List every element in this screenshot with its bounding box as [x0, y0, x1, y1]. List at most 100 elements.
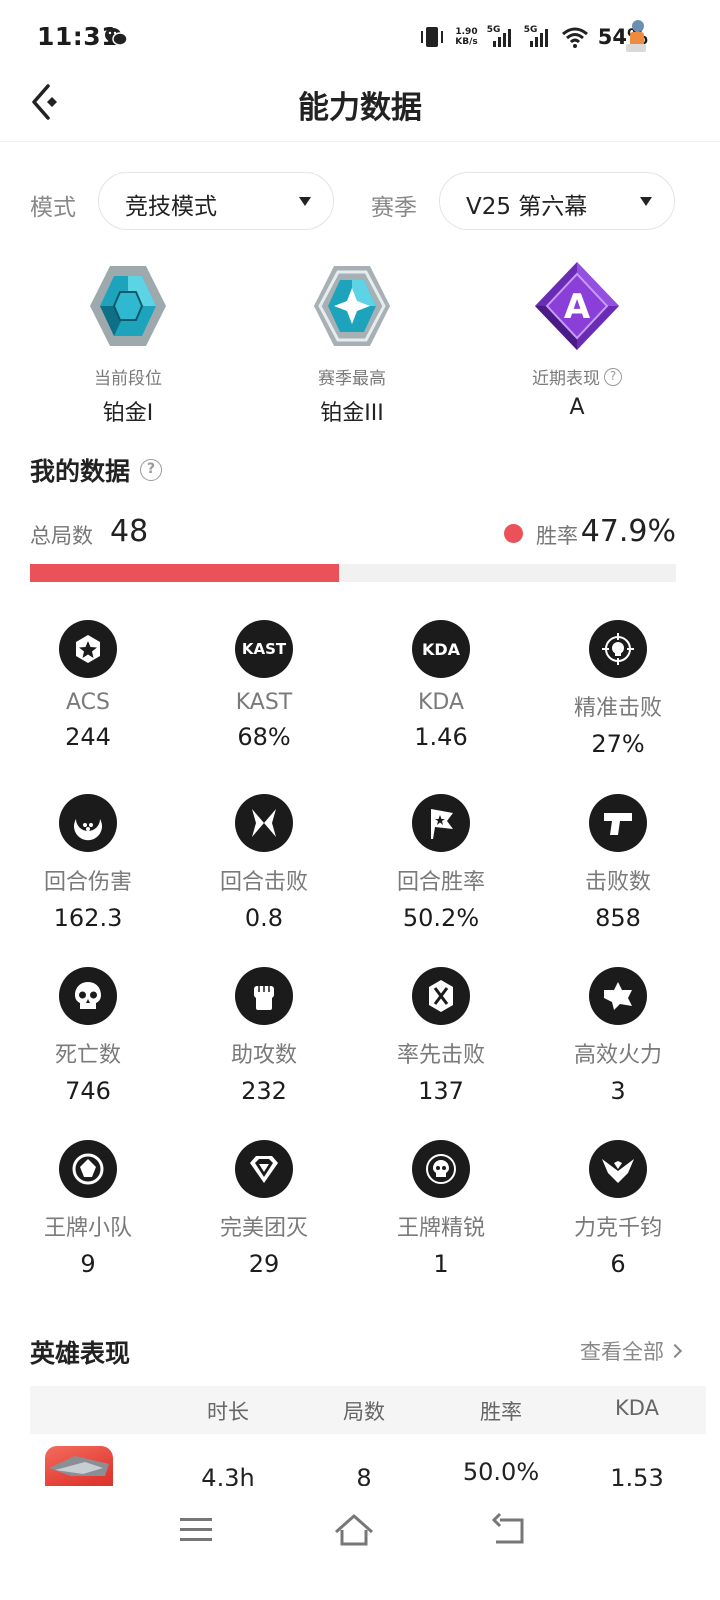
ace-squad-icon [59, 1140, 117, 1198]
stat-value: 0.8 [244, 904, 284, 932]
wifi-icon [561, 27, 588, 48]
stat-item: 精准击败 27% [530, 620, 706, 758]
hero-kda: 1.53 [610, 1464, 664, 1486]
stat-label: 力克千钧 [573, 1216, 662, 1241]
crescent-icon [59, 794, 117, 852]
stat-item: 王牌精锐 1 [353, 1140, 529, 1278]
filters: 模式 竞技模式 赛季 V25 第六幕 [0, 172, 720, 230]
star-hexagon-icon [59, 620, 117, 678]
caret-down-icon [299, 197, 311, 206]
rank-current: 当前段位 铂金I [48, 258, 208, 427]
help-icon[interactable]: ? [140, 459, 163, 481]
stat-item: KAST KAST 68% [176, 620, 352, 751]
stat-value: 232 [241, 1077, 287, 1105]
win-rate-bar [30, 564, 676, 582]
avatar [626, 20, 646, 52]
stat-value: 50.2% [402, 904, 480, 932]
total-games-label: 总局数 [30, 524, 93, 548]
system-nav-bar [0, 1486, 720, 1600]
pistol-icon [589, 794, 647, 852]
rank-season-best: 赛季最高 铂金III [272, 258, 432, 427]
stat-label: KDA [417, 690, 465, 715]
stat-label: 回合伤害 [43, 870, 132, 895]
menu-icon[interactable] [172, 1510, 220, 1550]
rank-label: 赛季最高 [318, 369, 386, 389]
rank-value: 铂金III [320, 401, 384, 426]
stat-item: KDA KDA 1.46 [353, 620, 529, 751]
stat-item: 助攻数 232 [176, 967, 352, 1105]
rank-recent: A 近期表现? A [497, 258, 657, 420]
hero-duration: 4.3h [201, 1464, 255, 1486]
home-icon[interactable] [330, 1510, 378, 1550]
stat-item: 回合胜率 50.2% [353, 794, 529, 932]
table-row[interactable]: 4.3h 8 50.0% 1.53 [30, 1434, 706, 1486]
hero-games: 8 [356, 1464, 372, 1486]
stat-label: 精准击败 [573, 696, 662, 721]
first-blood-icon [412, 967, 470, 1025]
platinum-rank-icon [90, 266, 166, 346]
stat-value: 68% [237, 723, 291, 751]
stat-item: 完美团灭 29 [176, 1140, 352, 1278]
stat-value: 27% [591, 730, 645, 758]
season-value: V25 第六幕 [466, 194, 588, 220]
stat-label: 率先击败 [396, 1043, 485, 1068]
chevron-right-icon [667, 1343, 683, 1359]
stat-value: 6 [610, 1250, 626, 1278]
mode-value: 竞技模式 [125, 194, 217, 220]
column-header: KDA [615, 1396, 659, 1420]
stat-value: 9 [80, 1250, 96, 1278]
stat-label: 王牌精锐 [396, 1216, 485, 1241]
svg-text:A: A [564, 287, 591, 327]
stat-item: 回合伤害 162.3 [0, 794, 176, 932]
stat-label: 高效火力 [573, 1043, 662, 1068]
status-indicators: 1.90 KB/s 5G 5G 54% [418, 22, 648, 52]
kast-icon: KAST [235, 620, 293, 678]
elite-skull-icon [412, 1140, 470, 1198]
see-all-link[interactable]: 查看全部 [580, 1336, 683, 1366]
win-rate-value: 47.9% [580, 514, 676, 549]
stat-value: 746 [65, 1077, 111, 1105]
stat-value: 3 [610, 1077, 626, 1105]
crosshair-skull-icon [589, 620, 647, 678]
stat-value: 858 [595, 904, 641, 932]
rank-label: 近期表现? [497, 364, 657, 389]
page-title: 能力数据 [298, 90, 422, 126]
hero-portrait [45, 1446, 113, 1486]
help-icon[interactable]: ? [604, 367, 622, 386]
total-games-value: 48 [110, 514, 149, 549]
stat-value: 137 [418, 1077, 464, 1105]
season-select[interactable]: V25 第六幕 [439, 172, 675, 230]
stat-item: ACS 244 [0, 620, 176, 751]
app-header: 能力数据 [0, 70, 720, 142]
network-speed: 1.90 KB/s [455, 27, 478, 47]
column-header: 胜率 [480, 1400, 522, 1424]
stat-label: 完美团灭 [219, 1216, 308, 1241]
vibrate-icon [421, 27, 444, 47]
stat-label: 王牌小队 [43, 1216, 132, 1241]
stat-label: 回合胜率 [396, 870, 485, 895]
kda-icon: KDA [412, 620, 470, 678]
signal-sim1: 5G [487, 25, 515, 49]
fist-icon [235, 967, 293, 1025]
stat-item: 高效火力 3 [530, 967, 706, 1105]
wechat-icon [105, 28, 128, 46]
totals-row: 总局数 48 胜率 47.9% [30, 514, 676, 554]
rank-value: A [569, 395, 585, 420]
back-nav-icon[interactable] [486, 1510, 534, 1550]
signal-sim2: 5G [524, 25, 552, 49]
stat-item: 死亡数 746 [0, 967, 176, 1105]
stat-value: 1.46 [414, 723, 468, 751]
heroes-title: 英雄表现 [30, 1339, 131, 1368]
platinum-rank-icon [314, 266, 390, 346]
fire-icon [589, 967, 647, 1025]
column-header: 时长 [207, 1400, 249, 1424]
skull-icon [59, 967, 117, 1025]
stat-item: 王牌小队 9 [0, 1140, 176, 1278]
hero-win-rate: 50.0% [462, 1458, 540, 1486]
mode-select[interactable]: 竞技模式 [98, 172, 334, 230]
my-data-title: 我的数据? [30, 452, 163, 488]
flag-icon [412, 794, 470, 852]
stat-value: 1 [433, 1250, 449, 1278]
stat-label: ACS [66, 690, 110, 715]
stat-value: 244 [65, 723, 111, 751]
